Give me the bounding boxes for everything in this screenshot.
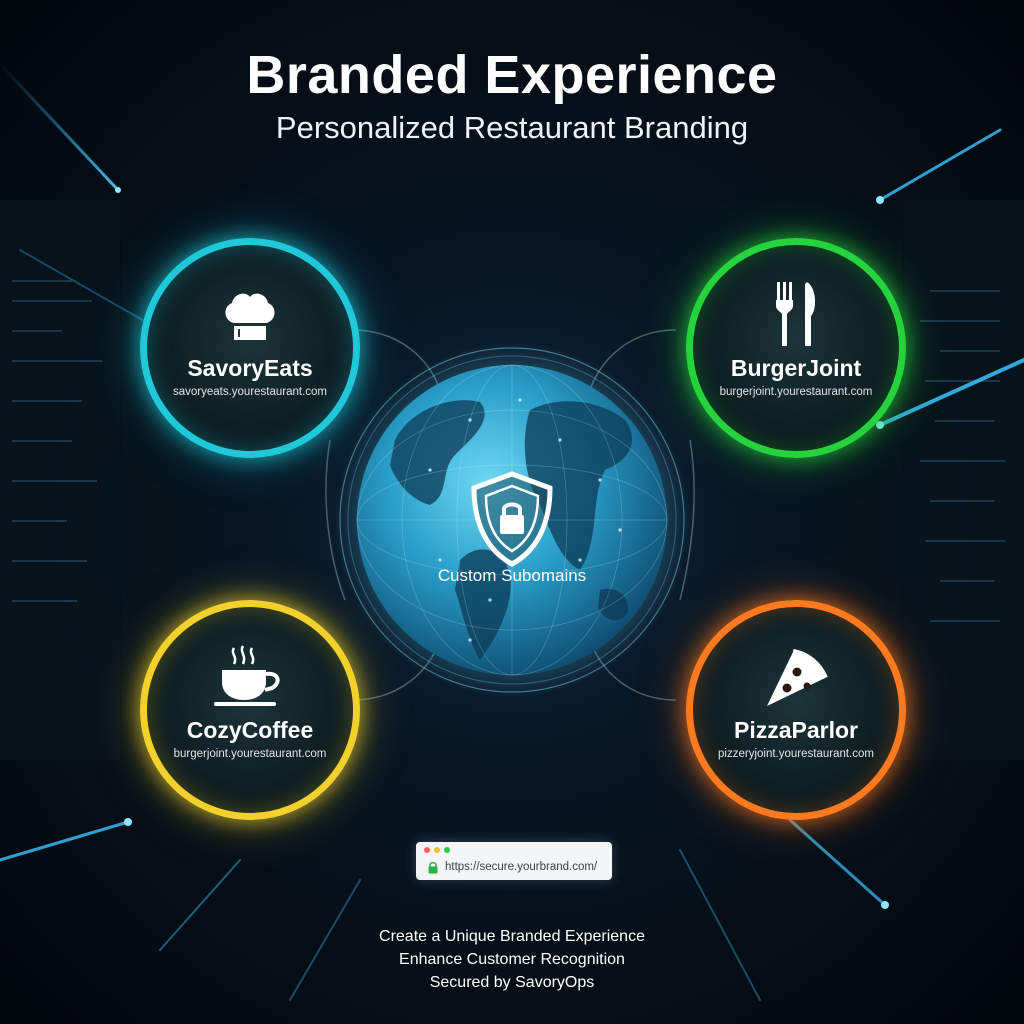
restaurant-name: CozyCoffee (186, 717, 314, 743)
restaurant-name: BurgerJoint (730, 355, 862, 381)
restaurant-domain: burgerjoint.yourestaurant.com (173, 748, 327, 760)
custom-subdomains-label: Custom Subomains (437, 566, 587, 585)
restaurant-domain: burgerjoint.yourestaurant.com (719, 386, 873, 398)
close-dot (424, 847, 430, 853)
tagline-line: Create a Unique Branded Experience (379, 928, 645, 945)
restaurant-name: SavoryEats (187, 355, 313, 381)
restaurant-domain: savoryeats.yourestaurant.com (172, 386, 328, 398)
pizza-slice-icon (767, 649, 828, 706)
url-text: https://secure.yourbrand.com/ (445, 861, 598, 873)
lock-icon (428, 861, 438, 874)
restaurant-node-savoryeats: SavoryEats savoryeats.yourestaurant.com (140, 238, 360, 458)
infographic-canvas: Branded Experience Personalized Restaura… (0, 0, 1024, 1024)
window-controls (424, 847, 450, 853)
page-subtitle: Personalized Restaurant Branding (275, 110, 749, 145)
restaurant-name: PizzaParlor (734, 717, 858, 743)
coffee-cup-icon (214, 645, 280, 706)
restaurant-domain: pizzeryjoint.yourestaurant.com (718, 748, 874, 760)
tagline-line: Enhance Customer Recognition (399, 951, 625, 968)
tagline-line: Secured by SavoryOps (429, 974, 595, 991)
restaurant-node-burgerjoint: BurgerJoint burgerjoint.yourestaurant.co… (686, 238, 906, 458)
shield-lock-icon (471, 471, 553, 567)
page-title: Branded Experience (246, 45, 778, 105)
minimize-dot (434, 847, 440, 853)
browser-address-bar: https://secure.yourbrand.com/ (416, 842, 612, 880)
fork-knife-icon (776, 282, 816, 346)
maximize-dot (444, 847, 450, 853)
chef-hat-icon (225, 293, 275, 340)
restaurant-node-pizzaparlor: PizzaParlor pizzeryjoint.yourestaurant.c… (686, 600, 906, 820)
restaurant-node-cozycoffee: CozyCoffee burgerjoint.yourestaurant.com (140, 600, 360, 820)
